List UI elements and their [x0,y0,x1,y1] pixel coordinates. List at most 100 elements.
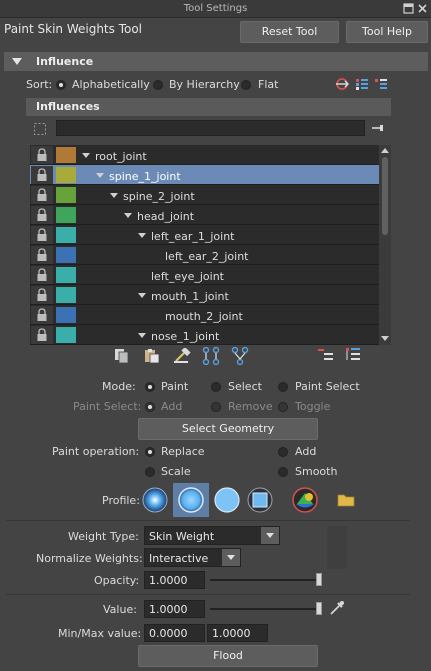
sort-flat-radio[interactable] [241,80,251,90]
joint-color-swatch[interactable] [56,247,76,263]
joint-color-swatch[interactable] [56,267,76,283]
lock-icon[interactable] [31,286,53,304]
reset-tool-button[interactable]: Reset Tool [240,21,339,43]
influence-filter-input[interactable] [56,120,365,136]
scrollbar-thumb[interactable] [382,157,388,235]
paint-select-remove-radio[interactable] [211,402,221,412]
expand-triangle-icon[interactable] [138,333,146,338]
mode-paint-radio[interactable] [145,382,155,392]
profile-gaussian-brush-icon[interactable] [140,485,170,515]
joint-row[interactable]: spine_2_joint [30,185,379,205]
lock-icon[interactable] [31,166,53,184]
profile-soft-brush-icon [178,487,204,513]
paint-op-replace-radio[interactable] [145,447,155,457]
joint-row[interactable]: left_ear_2_joint [30,245,379,265]
list-hierarchy-icon[interactable] [355,77,369,91]
value-field[interactable]: 1.0000 [144,600,205,618]
opacity-slider-knob[interactable] [316,573,322,586]
joint-color-swatch[interactable] [56,207,76,223]
tool-title: Paint Skin Weights Tool [4,22,143,36]
collapse-hierarchy-icon[interactable] [345,347,361,363]
select-influence-icon[interactable] [33,122,47,136]
expand-triangle-icon[interactable] [138,233,146,238]
lock-icon[interactable] [31,206,53,224]
value-slider-knob[interactable] [316,602,322,615]
profile-image-brush-icon[interactable] [290,485,320,515]
joint-name: mouth_2_joint [165,310,243,323]
expand-triangle-icon[interactable] [110,193,118,198]
sort-by-hierarchy-radio[interactable] [153,80,163,90]
joint-row[interactable]: mouth_2_joint [30,305,379,325]
profile-square-brush-icon[interactable] [245,485,275,515]
mode-select-radio[interactable] [211,382,221,392]
show-influences-icon[interactable] [231,347,251,365]
opacity-field[interactable]: 1.0000 [144,571,205,589]
scroll-up-icon[interactable] [381,147,389,153]
joint-color-swatch[interactable] [56,187,76,203]
lock-icon[interactable] [31,246,53,264]
scroll-down-icon[interactable] [381,336,389,342]
sort-alphabetically-radio[interactable] [56,80,66,90]
lock-icon[interactable] [31,146,53,164]
mode-paint-select-radio[interactable] [278,382,288,392]
paint-select-add-radio[interactable] [145,402,155,412]
paint-op-smooth-radio[interactable] [278,467,288,477]
lock-icon[interactable] [31,326,53,344]
close-icon[interactable] [417,3,428,14]
lock-icon[interactable] [31,306,53,324]
joint-color-swatch[interactable] [56,227,76,243]
lock-icon[interactable] [31,226,53,244]
expand-triangle-icon[interactable] [138,293,146,298]
joint-row[interactable]: root_joint [30,145,379,165]
eyedropper-icon[interactable] [329,600,345,616]
joint-color-swatch[interactable] [56,327,76,343]
joint-row[interactable]: spine_1_joint [30,165,379,185]
influence-section-header[interactable]: Influence [4,52,428,71]
normalize-weights-dropdown[interactable]: Interactive [144,548,241,567]
influence-tree[interactable]: root_joint spine_1_joint spine_2_joint head… [30,145,379,345]
joint-color-swatch[interactable] [56,147,76,163]
influence-tree-scrollbar[interactable] [379,145,391,345]
joint-row[interactable]: left_eye_joint [30,265,379,285]
expand-triangle-icon[interactable] [124,213,132,218]
lock-icon[interactable] [31,266,53,284]
float-window-icon[interactable] [403,3,414,14]
paint-op-scale-radio[interactable] [145,467,155,477]
browse-folder-icon[interactable] [337,492,355,507]
joint-row[interactable]: mouth_1_joint [30,285,379,305]
expand-triangle-icon[interactable] [82,153,90,158]
max-value-field[interactable]: 1.0000 [207,624,268,642]
joint-color-swatch[interactable] [56,287,76,303]
expand-triangle-icon[interactable] [96,173,104,178]
section-divider [6,594,410,595]
weight-hammer-icon[interactable] [173,348,191,364]
joint-color-swatch[interactable] [56,307,76,323]
lock-icon[interactable] [31,186,53,204]
influences-header: Influences [26,98,391,116]
opacity-slider-track[interactable] [210,579,320,581]
joint-row[interactable]: head_joint [30,205,379,225]
influence-order-icon[interactable] [334,77,350,91]
section-divider [6,520,410,521]
tool-help-button[interactable]: Tool Help [346,21,428,43]
select-geometry-button[interactable]: Select Geometry [138,418,318,440]
weight-type-dropdown[interactable]: Skin Weight [144,526,280,545]
joint-color-swatch[interactable] [56,167,76,183]
joint-row[interactable]: nose_1_joint [30,325,379,345]
expand-hierarchy-icon[interactable] [318,348,334,362]
joint-row[interactable]: left_ear_1_joint [30,225,379,245]
paste-weights-icon[interactable] [143,348,161,364]
move-weights-icon[interactable] [202,347,222,365]
min-value-field[interactable]: 0.0000 [144,624,205,642]
copy-weights-icon[interactable] [113,348,131,364]
influences-header-label: Influences [36,100,100,113]
paint-op-add-radio[interactable] [278,447,288,457]
paint-select-toggle-radio[interactable] [278,402,288,412]
list-flat-icon[interactable] [374,77,388,91]
filter-pin-icon[interactable] [371,123,385,133]
value-slider-track[interactable] [210,608,320,610]
flood-button[interactable]: Flood [138,645,318,667]
profile-solid-brush-icon[interactable] [212,485,242,515]
profile-soft-brush-selected[interactable] [173,483,209,517]
opacity-label: Opacity: [94,574,140,587]
